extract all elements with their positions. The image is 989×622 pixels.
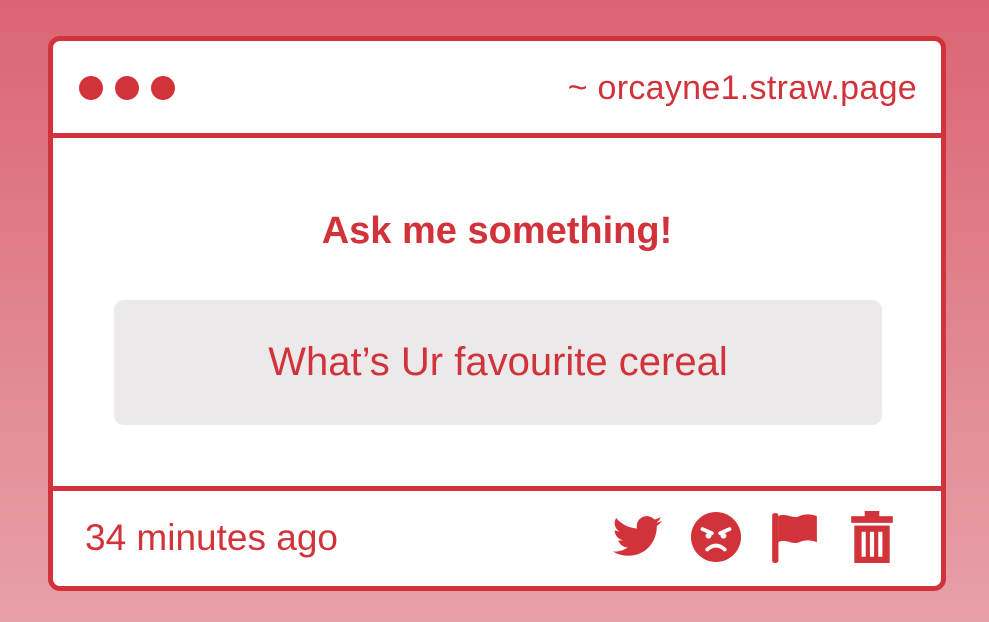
window-dot xyxy=(115,76,139,100)
window-dot xyxy=(79,76,103,100)
page-url: ~ orcayne1.straw.page xyxy=(567,69,917,107)
question-card: ~ orcayne1.straw.page Ask me something! … xyxy=(48,36,946,591)
report-button[interactable] xyxy=(769,511,819,563)
delete-button[interactable] xyxy=(847,511,897,563)
trash-icon xyxy=(851,511,893,563)
card-content: Ask me something! What’s Ur favourite ce… xyxy=(53,138,941,486)
question-text: What’s Ur favourite cereal xyxy=(268,340,728,384)
flag-icon xyxy=(772,513,817,563)
block-button[interactable] xyxy=(691,511,741,563)
window-dot xyxy=(151,76,175,100)
share-twitter-button[interactable] xyxy=(613,511,663,563)
timestamp: 34 minutes ago xyxy=(85,517,339,558)
question-box: What’s Ur favourite cereal xyxy=(114,300,882,425)
action-bar xyxy=(613,511,897,563)
twitter-icon xyxy=(613,516,663,556)
window-controls xyxy=(79,76,175,100)
prompt-title: Ask me something! xyxy=(321,210,673,252)
angry-face-icon xyxy=(691,512,741,562)
card-footer: 34 minutes ago xyxy=(53,486,941,586)
window-titlebar: ~ orcayne1.straw.page xyxy=(53,41,941,138)
